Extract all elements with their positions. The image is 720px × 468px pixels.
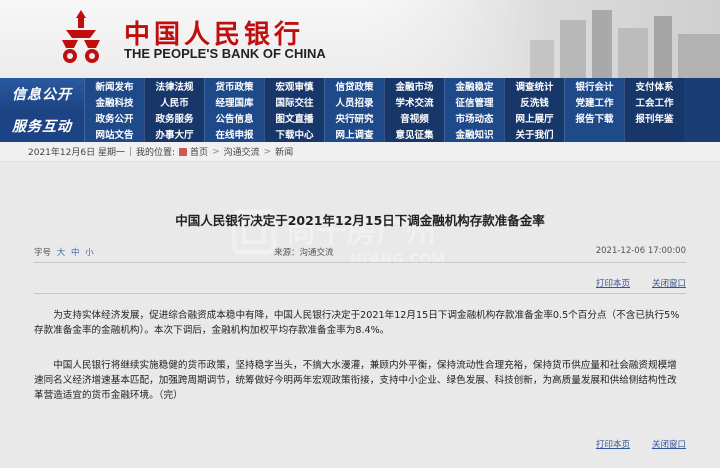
nav-link-financial-market[interactable]: 金融市场 — [384, 78, 444, 94]
nav-section-titles: 信息公开 服务互动 — [0, 78, 84, 142]
divider — [34, 262, 686, 263]
article-tools-bottom: 打印本页 关闭窗口 — [596, 438, 686, 450]
article-paragraph-2: 中国人民银行将继续实施稳健的货币政策，坚持稳字当头，不搞大水漫灌，兼顾内外平衡，… — [34, 360, 677, 401]
nav-link-service-hall[interactable]: 办事大厅 — [144, 126, 204, 142]
breadcrumb-separator: | — [128, 146, 132, 157]
site-header: 中国人民银行 THE PEOPLE'S BANK OF CHINA — [0, 0, 720, 78]
nav-link-report-download[interactable]: 报告下载 — [564, 110, 624, 126]
nav-link-about-us[interactable]: 关于我们 — [504, 126, 564, 142]
nav-link-yearbook[interactable]: 报刊年鉴 — [624, 110, 684, 126]
breadcrumb: 2021年12月6日 星期一 | 我的位置: 首页 > 沟通交流 > 新闻 — [0, 142, 720, 162]
nav-title-info[interactable]: 信息公开 — [0, 78, 84, 110]
close-window-link[interactable]: 关闭窗口 — [652, 438, 686, 450]
font-size-medium[interactable]: 中 — [71, 248, 80, 258]
close-window-link[interactable]: 关闭窗口 — [652, 277, 686, 289]
nav-link-video[interactable]: 音视频 — [384, 110, 444, 126]
header-decoration — [360, 0, 720, 78]
breadcrumb-communication[interactable]: 沟通交流 — [224, 145, 260, 158]
font-size-large[interactable]: 大 — [57, 248, 66, 258]
nav-link-treasury[interactable]: 经理国库 — [204, 94, 264, 110]
nav-link-academic[interactable]: 学术交流 — [384, 94, 444, 110]
nav-link-gov-affairs[interactable]: 政务公开 — [84, 110, 144, 126]
nav-link-download-center[interactable]: 下载中心 — [264, 126, 324, 142]
nav-link-credit-reference[interactable]: 征信管理 — [444, 94, 504, 110]
breadcrumb-news[interactable]: 新闻 — [275, 145, 293, 158]
font-size-controls: 字号 大 中 小 — [34, 246, 94, 258]
article-meta: 字号 大 中 小 来源：沟通交流 2021-12-06 17:00:00 — [34, 246, 686, 258]
article-paragraph-1: 为支持实体经济发展，促进综合融资成本稳中有降，中国人民银行决定于2021年12月… — [34, 310, 680, 336]
nav-link-news[interactable]: 新闻发布 — [84, 78, 144, 94]
nav-title-service[interactable]: 服务互动 — [0, 110, 84, 142]
nav-link-fintech[interactable]: 金融科技 — [84, 94, 144, 110]
nav-links: 新闻发布 法律法规 货币政策 宏观审慎 信贷政策 金融市场 金融稳定 调查统计 … — [84, 78, 684, 142]
pboc-emblem-icon[interactable] — [60, 8, 102, 66]
font-size-label: 字号 — [34, 248, 52, 258]
nav-link-financial-stability[interactable]: 金融稳定 — [444, 78, 504, 94]
nav-row: 网站文告 办事大厅 在线申报 下载中心 网上调查 意见征集 金融知识 关于我们 — [84, 126, 684, 142]
article-source: 来源：沟通交流 — [274, 248, 334, 258]
print-page-link[interactable]: 打印本页 — [596, 277, 630, 289]
nav-link-empty — [564, 126, 624, 142]
breadcrumb-home[interactable]: 首页 — [190, 145, 208, 158]
nav-link-payment-system[interactable]: 支付体系 — [624, 78, 684, 94]
nav-link-financial-knowledge[interactable]: 金融知识 — [444, 126, 504, 142]
print-page-link[interactable]: 打印本页 — [596, 438, 630, 450]
bank-name-english: THE PEOPLE'S BANK OF CHINA — [124, 46, 326, 61]
current-date: 2021年12月6日 星期一 — [28, 148, 125, 158]
nav-link-announcements[interactable]: 公告信息 — [204, 110, 264, 126]
nav-link-notices[interactable]: 网站文告 — [84, 126, 144, 142]
nav-link-international[interactable]: 国际交往 — [264, 94, 324, 110]
nav-link-party-building[interactable]: 党建工作 — [564, 94, 624, 110]
nav-link-credit-policy[interactable]: 信贷政策 — [324, 78, 384, 94]
nav-link-online-filing[interactable]: 在线申报 — [204, 126, 264, 142]
nav-link-rmb[interactable]: 人民币 — [144, 94, 204, 110]
nav-link-feedback[interactable]: 意见征集 — [384, 126, 444, 142]
nav-row: 金融科技 人民币 经理国库 国际交往 人员招录 学术交流 征信管理 反洗钱 党建… — [84, 94, 684, 110]
article-tools-top: 打印本页 关闭窗口 — [596, 277, 686, 289]
article-title: 中国人民银行决定于2021年12月15日下调金融机构存款准备金率 — [175, 213, 545, 228]
nav-link-union[interactable]: 工会工作 — [624, 94, 684, 110]
nav-link-laws[interactable]: 法律法规 — [144, 78, 204, 94]
nav-link-statistics[interactable]: 调查统计 — [504, 78, 564, 94]
article-date: 2021-12-06 17:00:00 — [595, 246, 686, 256]
location-label: 我的位置: — [136, 148, 176, 158]
nav-row: 新闻发布 法律法规 货币政策 宏观审慎 信贷政策 金融市场 金融稳定 调查统计 … — [84, 78, 684, 94]
main-navigation: 信息公开 服务互动 新闻发布 法律法规 货币政策 宏观审慎 信贷政策 金融市场 … — [0, 78, 720, 142]
breadcrumb-separator: > — [263, 146, 272, 157]
font-size-small[interactable]: 小 — [85, 248, 94, 258]
nav-link-monetary-policy[interactable]: 货币政策 — [204, 78, 264, 94]
nav-link-empty — [624, 126, 684, 142]
article-content: 尚千房广州 NFANG.COM 中国人民银行决定于2021年12月15日下调金融… — [0, 162, 720, 468]
nav-link-online-exhibition[interactable]: 网上展厅 — [504, 110, 564, 126]
nav-row: 政务公开 政务服务 公告信息 图文直播 央行研究 音视频 市场动态 网上展厅 报… — [84, 110, 684, 126]
nav-link-live[interactable]: 图文直播 — [264, 110, 324, 126]
divider — [34, 293, 686, 294]
nav-link-anti-money-laundering[interactable]: 反洗钱 — [504, 94, 564, 110]
nav-link-gov-service[interactable]: 政务服务 — [144, 110, 204, 126]
nav-link-macroprudential[interactable]: 宏观审慎 — [264, 78, 324, 94]
nav-link-recruitment[interactable]: 人员招录 — [324, 94, 384, 110]
nav-link-market-news[interactable]: 市场动态 — [444, 110, 504, 126]
nav-link-bank-accounting[interactable]: 银行会计 — [564, 78, 624, 94]
nav-link-online-survey[interactable]: 网上调查 — [324, 126, 384, 142]
home-icon — [179, 147, 188, 156]
breadcrumb-separator: > — [212, 146, 220, 157]
nav-link-research[interactable]: 央行研究 — [324, 110, 384, 126]
